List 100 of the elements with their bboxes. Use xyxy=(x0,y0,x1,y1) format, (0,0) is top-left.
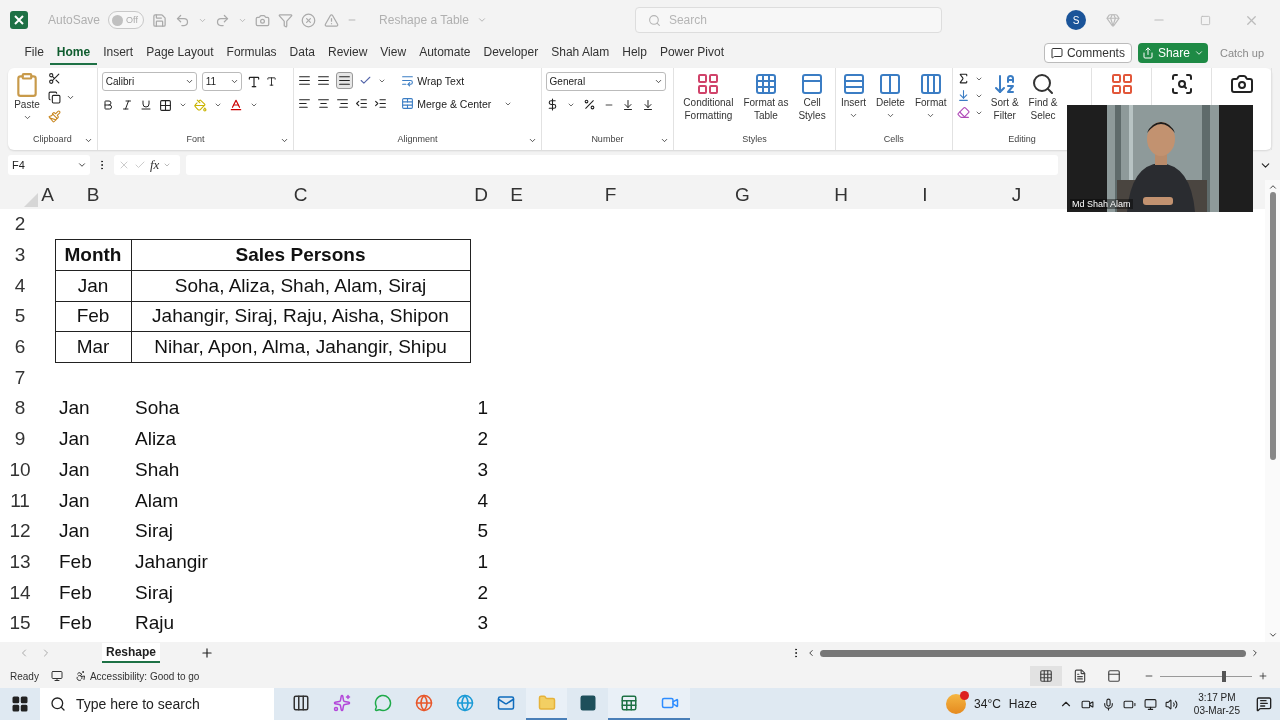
paste-button[interactable]: Paste xyxy=(12,72,42,122)
taskbar-app[interactable] xyxy=(608,688,649,720)
horizontal-scrollbar-thumb[interactable] xyxy=(820,649,1246,657)
globe-icon[interactable] xyxy=(455,694,474,712)
analyze-data-icon[interactable] xyxy=(1169,72,1194,96)
app-icon[interactable] xyxy=(578,694,597,712)
eraser-icon[interactable] xyxy=(956,106,970,119)
shrink-font-icon[interactable] xyxy=(265,76,277,87)
menu-tab[interactable]: Automate xyxy=(412,41,477,65)
increase-indent-icon[interactable] xyxy=(374,97,388,110)
align-center-icon[interactable] xyxy=(317,97,331,110)
column-header[interactable]: I xyxy=(877,180,973,209)
scroll-left-icon[interactable] xyxy=(806,648,816,658)
italic-icon[interactable] xyxy=(120,99,133,111)
align-right-icon[interactable] xyxy=(336,97,350,110)
column-header[interactable]: J xyxy=(973,180,1060,209)
styles-button[interactable]: Cell Styles xyxy=(796,72,828,122)
decrease-indent-icon[interactable] xyxy=(355,97,369,110)
insert-cells-icon[interactable] xyxy=(841,72,866,96)
column-header[interactable]: A xyxy=(40,180,55,209)
globe-icon[interactable] xyxy=(414,694,433,712)
number-format-field[interactable]: General xyxy=(545,72,666,91)
dialog-launcher-icon[interactable] xyxy=(280,136,290,145)
align-left-icon[interactable] xyxy=(298,97,312,110)
column-header[interactable]: G xyxy=(680,180,805,209)
column-header[interactable]: H xyxy=(805,180,877,209)
menu-tab[interactable]: Page Layout xyxy=(139,41,221,65)
menu-tab[interactable]: File xyxy=(18,41,51,65)
scroll-up-icon[interactable] xyxy=(1267,182,1278,192)
taskbar-search-field[interactable]: Type here to search xyxy=(40,688,274,720)
vertical-scrollbar-thumb[interactable] xyxy=(1269,191,1276,461)
underline-icon[interactable] xyxy=(139,99,152,111)
menu-tab[interactable]: Shah Alam xyxy=(544,41,616,65)
format-painter-icon[interactable] xyxy=(48,110,61,123)
caret-icon[interactable] xyxy=(249,101,258,109)
find-select-button[interactable]: Find & Selec xyxy=(1026,72,1060,122)
network-icon[interactable] xyxy=(1143,697,1157,711)
styles-button[interactable]: Conditional Formatting xyxy=(681,72,736,122)
add-ins-icon[interactable] xyxy=(1109,72,1134,96)
fill-icon[interactable] xyxy=(956,89,970,102)
sheet-tab[interactable]: Reshape xyxy=(102,643,161,663)
caret-icon[interactable] xyxy=(213,101,222,109)
volume-icon[interactable] xyxy=(1164,697,1178,711)
accessibility-icon[interactable] xyxy=(74,670,87,682)
cell-styles-icon[interactable] xyxy=(800,72,825,96)
caret-icon[interactable] xyxy=(66,93,75,102)
menu-tab[interactable]: Formulas xyxy=(220,41,284,65)
zoom-in-icon[interactable] xyxy=(1258,671,1268,681)
dialog-launcher-icon[interactable] xyxy=(83,136,93,145)
middle-align-icon[interactable] xyxy=(317,74,331,87)
menu-tab[interactable]: Power Pivot xyxy=(653,41,731,65)
top-align-icon[interactable] xyxy=(298,74,312,87)
format-table-icon[interactable] xyxy=(753,72,778,96)
insert-function-button[interactable]: fx xyxy=(150,157,160,173)
menu-tab[interactable]: Help xyxy=(615,41,654,65)
start-icon[interactable] xyxy=(11,695,29,713)
font-name-field[interactable]: Calibri xyxy=(101,72,197,91)
dialog-launcher-icon[interactable] xyxy=(660,136,670,145)
menu-tab[interactable]: Review xyxy=(321,41,374,65)
cells-button[interactable]: Insert xyxy=(839,72,868,120)
menu-tab[interactable]: Developer xyxy=(477,41,545,65)
merge-center-button[interactable]: Merge & Center xyxy=(401,97,513,110)
format-cells-icon[interactable] xyxy=(918,72,943,96)
microphone-icon[interactable] xyxy=(1101,697,1115,711)
column-header[interactable]: E xyxy=(492,180,541,209)
styles-button[interactable]: Format as Table xyxy=(741,72,791,122)
copy-icon[interactable] xyxy=(48,91,61,104)
view-button[interactable] xyxy=(1030,666,1062,686)
conditional-formatting-icon[interactable] xyxy=(696,72,721,96)
grow-font-icon[interactable] xyxy=(246,74,261,89)
column-header[interactable]: D xyxy=(470,180,492,209)
font-size-field[interactable]: 11 xyxy=(201,72,242,91)
camera-icon[interactable] xyxy=(1229,72,1254,96)
column-header[interactable]: B xyxy=(55,180,131,209)
zoom-thumb[interactable] xyxy=(1221,670,1226,682)
accessibility-status[interactable]: Accessibility: Good to go xyxy=(89,670,200,682)
column-header[interactable]: F xyxy=(541,180,680,209)
notifications-icon[interactable] xyxy=(1256,696,1272,712)
percent-icon[interactable] xyxy=(582,98,596,111)
user-avatar[interactable]: S xyxy=(1066,10,1086,30)
font-color-icon[interactable] xyxy=(228,98,243,112)
bold-icon[interactable] xyxy=(101,99,114,111)
share-button[interactable]: Share xyxy=(1137,43,1208,63)
comments-button[interactable]: Comments xyxy=(1043,43,1132,63)
bottom-align-button[interactable] xyxy=(336,72,354,89)
caret-icon[interactable] xyxy=(178,101,187,109)
fill-color-icon[interactable] xyxy=(193,98,207,112)
cut-icon[interactable] xyxy=(48,72,61,85)
cells-button[interactable]: Delete xyxy=(874,72,907,120)
dialog-launcher-icon[interactable] xyxy=(527,136,537,145)
column-header[interactable]: C xyxy=(131,180,470,209)
cells-button[interactable]: Format xyxy=(912,72,949,120)
scroll-right-icon[interactable] xyxy=(1250,648,1260,658)
menu-tab[interactable]: View xyxy=(373,41,413,65)
mail-icon[interactable] xyxy=(496,694,515,712)
scroll-down-icon[interactable] xyxy=(1267,630,1278,640)
sparkle-icon[interactable] xyxy=(332,694,351,712)
delete-cells-icon[interactable] xyxy=(878,72,903,96)
menu-tab[interactable]: Data xyxy=(283,41,322,65)
name-box[interactable]: F4 xyxy=(8,155,90,175)
